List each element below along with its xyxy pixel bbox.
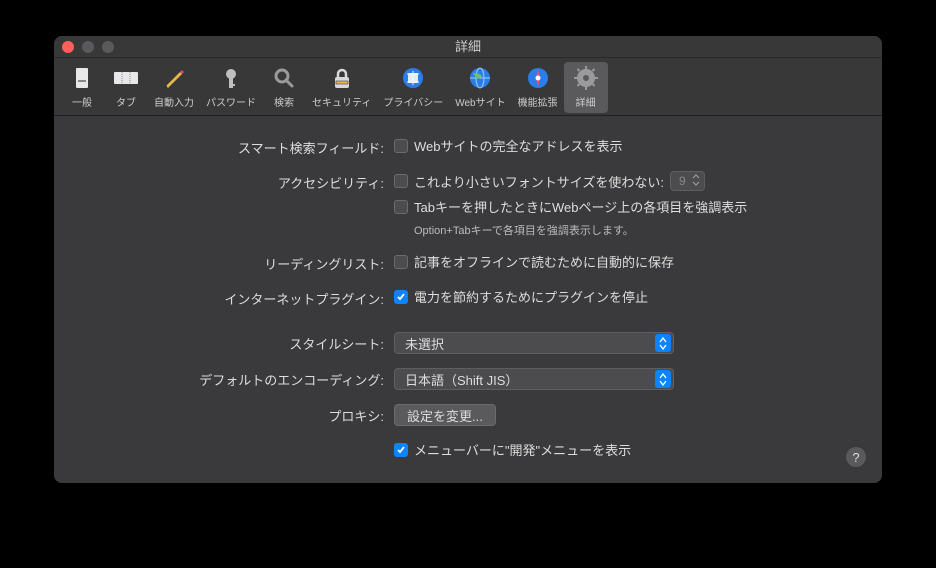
toolbar-tab-tabs[interactable]: タブ — [104, 62, 148, 113]
label-smart-search: スマート検索フィールド: — [84, 136, 394, 157]
checkbox-show-develop[interactable] — [394, 443, 408, 457]
globe-icon — [466, 64, 494, 92]
chevron-updown-icon — [692, 174, 700, 189]
text-min-font: これより小さいフォントサイズを使わない: — [414, 172, 664, 191]
extensions-icon — [524, 64, 552, 92]
checkbox-plugin-pause[interactable] — [394, 290, 408, 304]
label-stylesheet: スタイルシート: — [84, 332, 394, 353]
preferences-window: 詳細 一般 タブ 自動入力 パスワード — [54, 36, 882, 483]
text-show-develop: メニューバーに"開発"メニューを表示 — [414, 440, 631, 459]
privacy-icon — [399, 64, 427, 92]
toolbar-tab-advanced[interactable]: 詳細 — [564, 62, 608, 113]
text-plugin-pause: 電力を節約するためにプラグインを停止 — [414, 287, 648, 306]
label-default-encoding: デフォルトのエンコーディング: — [84, 368, 394, 389]
checkbox-min-font[interactable] — [394, 174, 408, 188]
select-default-encoding[interactable]: 日本語（Shift JIS） — [394, 368, 674, 390]
chevron-updown-icon — [655, 334, 671, 352]
minimize-window-button[interactable] — [82, 41, 94, 53]
toolbar-tab-passwords[interactable]: パスワード — [200, 62, 262, 113]
toolbar-tab-privacy[interactable]: プライバシー — [377, 62, 449, 113]
search-icon — [270, 64, 298, 92]
label-accessibility: アクセシビリティ: — [84, 171, 394, 192]
label-internet-plugin: インターネットプラグイン: — [84, 287, 394, 308]
zoom-window-button[interactable] — [102, 41, 114, 53]
text-offline-save: 記事をオフラインで読むために自動的に保存 — [414, 252, 674, 271]
checkbox-show-full-address[interactable] — [394, 139, 408, 153]
toolbar-tab-extensions[interactable]: 機能拡張 — [512, 62, 564, 113]
general-icon — [68, 64, 96, 92]
toolbar-tab-websites[interactable]: Webサイト — [449, 62, 511, 113]
preferences-toolbar: 一般 タブ 自動入力 パスワード 検索 — [54, 58, 882, 116]
lock-icon — [328, 64, 356, 92]
autofill-icon — [160, 64, 188, 92]
select-stylesheet[interactable]: 未選択 — [394, 332, 674, 354]
text-tab-highlight: Tabキーを押したときにWebページ上の各項目を強調表示 — [414, 197, 747, 216]
help-button[interactable]: ? — [846, 447, 866, 467]
label-reading-list: リーディングリスト: — [84, 252, 394, 273]
checkbox-tab-highlight[interactable] — [394, 200, 408, 214]
tabs-icon — [112, 64, 140, 92]
toolbar-tab-security[interactable]: セキュリティ — [306, 62, 377, 113]
toolbar-tab-general[interactable]: 一般 — [60, 62, 104, 113]
button-proxy-settings[interactable]: 設定を変更... — [394, 404, 496, 426]
titlebar: 詳細 — [54, 36, 882, 58]
close-window-button[interactable] — [62, 41, 74, 53]
gear-icon — [572, 64, 600, 92]
hint-tab: Option+Tabキーで各項目を強調表示します。 — [394, 222, 852, 238]
text-show-full-address: Webサイトの完全なアドレスを表示 — [414, 136, 623, 155]
chevron-updown-icon — [655, 370, 671, 388]
label-proxy: プロキシ: — [84, 404, 394, 425]
key-icon — [217, 64, 245, 92]
toolbar-tab-autofill[interactable]: 自動入力 — [148, 62, 200, 113]
checkbox-offline-save[interactable] — [394, 255, 408, 269]
toolbar-tab-search[interactable]: 検索 — [262, 62, 306, 113]
advanced-pane: スマート検索フィールド: Webサイトの完全なアドレスを表示 アクセシビリティ:… — [54, 116, 882, 483]
select-min-font-size[interactable]: 9 — [670, 171, 705, 191]
window-controls — [62, 41, 114, 53]
window-title: 詳細 — [455, 39, 481, 54]
